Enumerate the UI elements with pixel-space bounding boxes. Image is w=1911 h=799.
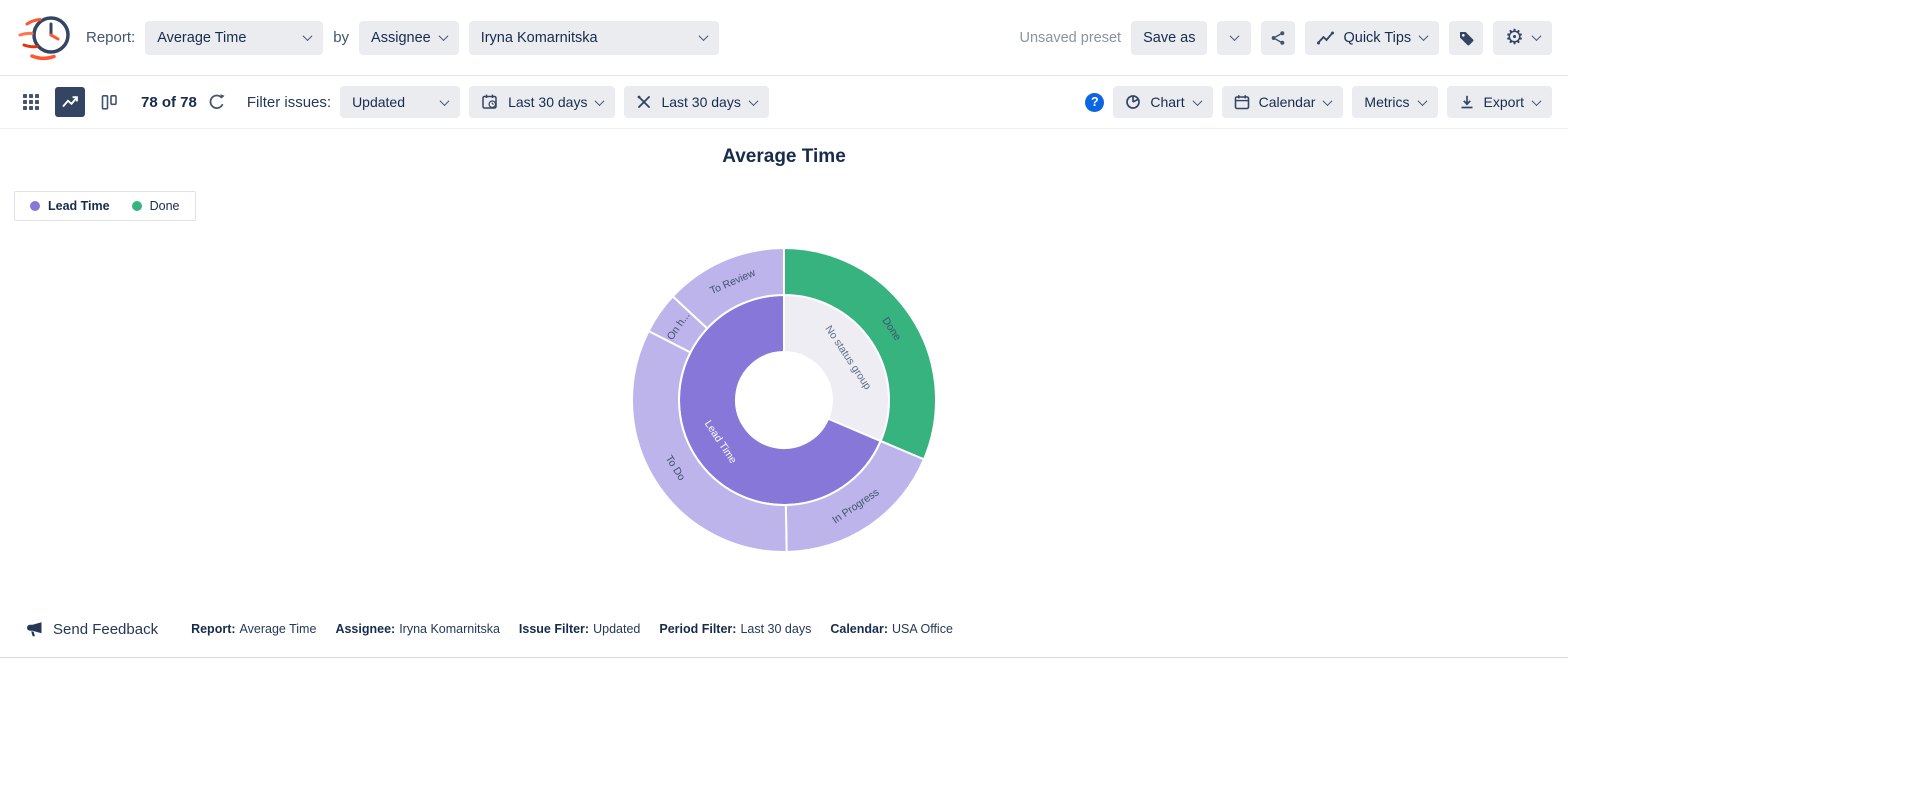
send-feedback-label: Send Feedback xyxy=(53,621,158,638)
report-type-select[interactable]: Average Time xyxy=(145,21,323,55)
chevron-down-icon xyxy=(303,31,313,41)
summary-value: Updated xyxy=(593,622,640,636)
footer: Send Feedback Report: Average Time Assign… xyxy=(0,601,1568,658)
export-menu-label: Export xyxy=(1484,94,1524,110)
export-download-icon xyxy=(1459,94,1475,110)
refresh-button[interactable] xyxy=(206,91,228,113)
send-feedback-button[interactable]: Send Feedback xyxy=(26,621,158,638)
summary-value: Iryna Komarnitska xyxy=(399,622,500,636)
chart-legend: Lead Time Done xyxy=(14,191,196,221)
summary-label: Issue Filter: xyxy=(519,622,589,636)
board-icon xyxy=(101,94,118,111)
save-as-button[interactable]: Save as xyxy=(1131,21,1207,55)
summary-report: Report: Average Time xyxy=(191,622,316,636)
chevron-down-icon xyxy=(595,96,605,106)
quick-tips-icon xyxy=(1317,31,1334,45)
metrics-menu-button[interactable]: Metrics xyxy=(1352,86,1437,118)
summary-value: Last 30 days xyxy=(740,622,811,636)
legend-item-done[interactable]: Done xyxy=(132,199,180,213)
settings-button[interactable]: ⚙ xyxy=(1493,21,1552,55)
chevron-down-icon xyxy=(698,31,708,41)
calendar-period-value: Last 30 days xyxy=(661,94,740,110)
issue-filter-value: Updated xyxy=(352,94,405,110)
label-button[interactable] xyxy=(1449,21,1483,55)
trend-chart-icon xyxy=(61,93,79,111)
calendar-clock-icon xyxy=(481,93,499,111)
preset-status: Unsaved preset xyxy=(1020,30,1122,46)
gear-icon: ⚙ xyxy=(1505,27,1524,48)
calendar-period-select[interactable]: Last 30 days xyxy=(624,86,768,118)
by-label: by xyxy=(333,29,349,46)
summary-label: Report: xyxy=(191,622,235,636)
filter-issues-label: Filter issues: xyxy=(247,94,331,111)
assignee-select[interactable]: Iryna Komarnitska xyxy=(469,21,719,55)
calendar-menu-button[interactable]: Calendar xyxy=(1222,86,1344,118)
megaphone-icon xyxy=(26,621,44,638)
chevron-down-icon xyxy=(1532,31,1542,41)
legend-label-done: Done xyxy=(150,199,180,213)
quick-tips-button[interactable]: Quick Tips xyxy=(1305,21,1439,55)
period-filter-value: Last 30 days xyxy=(508,94,587,110)
chevron-down-icon xyxy=(1532,96,1542,106)
chart-menu-button[interactable]: Chart xyxy=(1113,86,1212,118)
app-window: Report: Average Time by Assignee Iryna K… xyxy=(0,0,1568,658)
calendar-icon xyxy=(1234,94,1250,110)
work-tools-icon xyxy=(636,94,652,110)
chart-view-button[interactable] xyxy=(55,87,85,117)
help-button[interactable]: ? xyxy=(1085,93,1104,112)
issue-filter-select[interactable]: Updated xyxy=(340,86,460,118)
save-as-label: Save as xyxy=(1143,30,1195,46)
clock-logo-icon xyxy=(16,11,74,65)
question-mark-icon: ? xyxy=(1091,95,1099,109)
chevron-down-icon xyxy=(1192,96,1202,106)
chevron-down-icon xyxy=(438,31,448,41)
chart-menu-label: Chart xyxy=(1150,94,1184,110)
report-type-value: Average Time xyxy=(157,30,246,46)
app-logo[interactable] xyxy=(14,11,76,65)
period-filter-select[interactable]: Last 30 days xyxy=(469,86,615,118)
done-dot-icon xyxy=(132,201,142,211)
chevron-down-icon xyxy=(1323,96,1333,106)
issues-count: 78 of 78 xyxy=(141,94,197,111)
sunburst-chart[interactable]: No status groupLead TimeDoneIn ProgressT… xyxy=(624,240,944,560)
save-options-button[interactable] xyxy=(1217,21,1251,55)
summary-label: Period Filter: xyxy=(659,622,736,636)
summary-period-filter: Period Filter: Last 30 days xyxy=(659,622,811,636)
chevron-down-icon xyxy=(440,96,450,106)
report-label: Report: xyxy=(86,29,135,46)
summary-assignee: Assignee: Iryna Komarnitska xyxy=(335,622,499,636)
legend-item-lead-time[interactable]: Lead Time xyxy=(30,199,110,213)
summary-calendar: Calendar: USA Office xyxy=(830,622,953,636)
calendar-menu-label: Calendar xyxy=(1259,94,1316,110)
chevron-down-icon xyxy=(748,96,758,106)
grid-view-button[interactable] xyxy=(16,87,46,117)
share-icon xyxy=(1270,30,1286,46)
chevron-down-icon xyxy=(1419,31,1429,41)
group-by-select[interactable]: Assignee xyxy=(359,21,459,55)
share-button[interactable] xyxy=(1261,21,1295,55)
summary-value: USA Office xyxy=(892,622,953,636)
export-menu-button[interactable]: Export xyxy=(1447,86,1552,118)
top-header: Report: Average Time by Assignee Iryna K… xyxy=(0,0,1568,76)
grid-icon xyxy=(23,94,39,110)
toolbar: 78 of 78 Filter issues: Updated Last 30 … xyxy=(0,76,1568,129)
summary-value: Average Time xyxy=(240,622,317,636)
chevron-down-icon xyxy=(1230,31,1240,41)
pie-chart-icon xyxy=(1125,94,1141,110)
group-by-value: Assignee xyxy=(371,30,431,46)
board-view-button[interactable] xyxy=(94,87,124,117)
tag-icon xyxy=(1458,30,1474,46)
summary-issue-filter: Issue Filter: Updated xyxy=(519,622,640,636)
lead-time-dot-icon xyxy=(30,201,40,211)
chart-title: Average Time xyxy=(0,146,1568,168)
report-summary: Report: Average Time Assignee: Iryna Komar… xyxy=(191,622,953,636)
quick-tips-label: Quick Tips xyxy=(1343,30,1411,46)
legend-label-lead-time: Lead Time xyxy=(48,199,110,213)
refresh-icon xyxy=(208,93,226,111)
metrics-menu-label: Metrics xyxy=(1364,94,1409,110)
summary-label: Assignee: xyxy=(335,622,395,636)
summary-label: Calendar: xyxy=(830,622,888,636)
chevron-down-icon xyxy=(1417,96,1427,106)
assignee-value: Iryna Komarnitska xyxy=(481,30,598,46)
